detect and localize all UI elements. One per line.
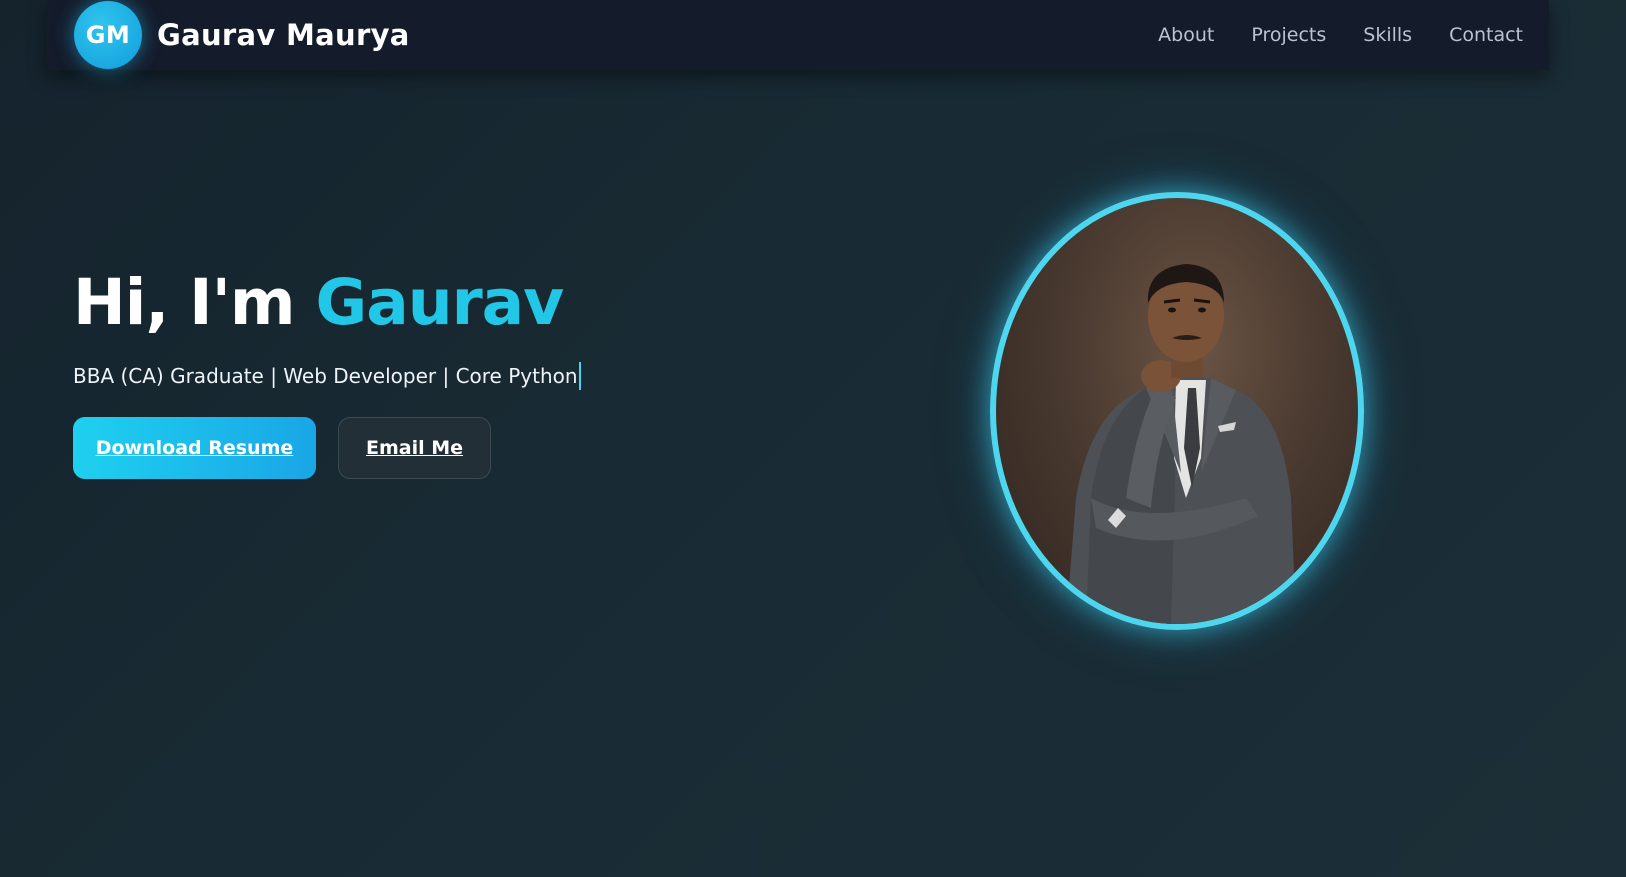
profile-photo-illustration [1066,264,1296,624]
nav-link-skills[interactable]: Skills [1363,24,1412,46]
logo-badge[interactable]: GM [74,1,142,69]
top-navbar: GM Gaurav Maurya About Projects Skills C… [47,0,1549,70]
hero-greeting: Hi, I'm [73,266,296,339]
brand[interactable]: GM Gaurav Maurya [74,1,410,69]
hero-section: Hi, I'm Gaurav BBA (CA) Graduate | Web D… [73,262,581,479]
hero-subtitle: BBA (CA) Graduate | Web Developer | Core… [73,362,581,390]
download-resume-button[interactable]: Download Resume [73,417,316,479]
typing-caret [578,362,581,390]
hero-buttons: Download Resume Email Me [73,417,581,479]
brand-name[interactable]: Gaurav Maurya [157,18,410,52]
email-me-button[interactable]: Email Me [338,417,491,479]
nav-links: About Projects Skills Contact [1158,24,1523,46]
nav-link-projects[interactable]: Projects [1251,24,1326,46]
profile-photo [990,192,1364,630]
nav-link-about[interactable]: About [1158,24,1214,46]
hero-subtitle-text: BBA (CA) Graduate | Web Developer | Core… [73,364,578,388]
nav-link-contact[interactable]: Contact [1449,24,1523,46]
hero-title: Hi, I'm Gaurav [73,262,581,344]
hero-highlight-name: Gaurav [315,266,565,339]
